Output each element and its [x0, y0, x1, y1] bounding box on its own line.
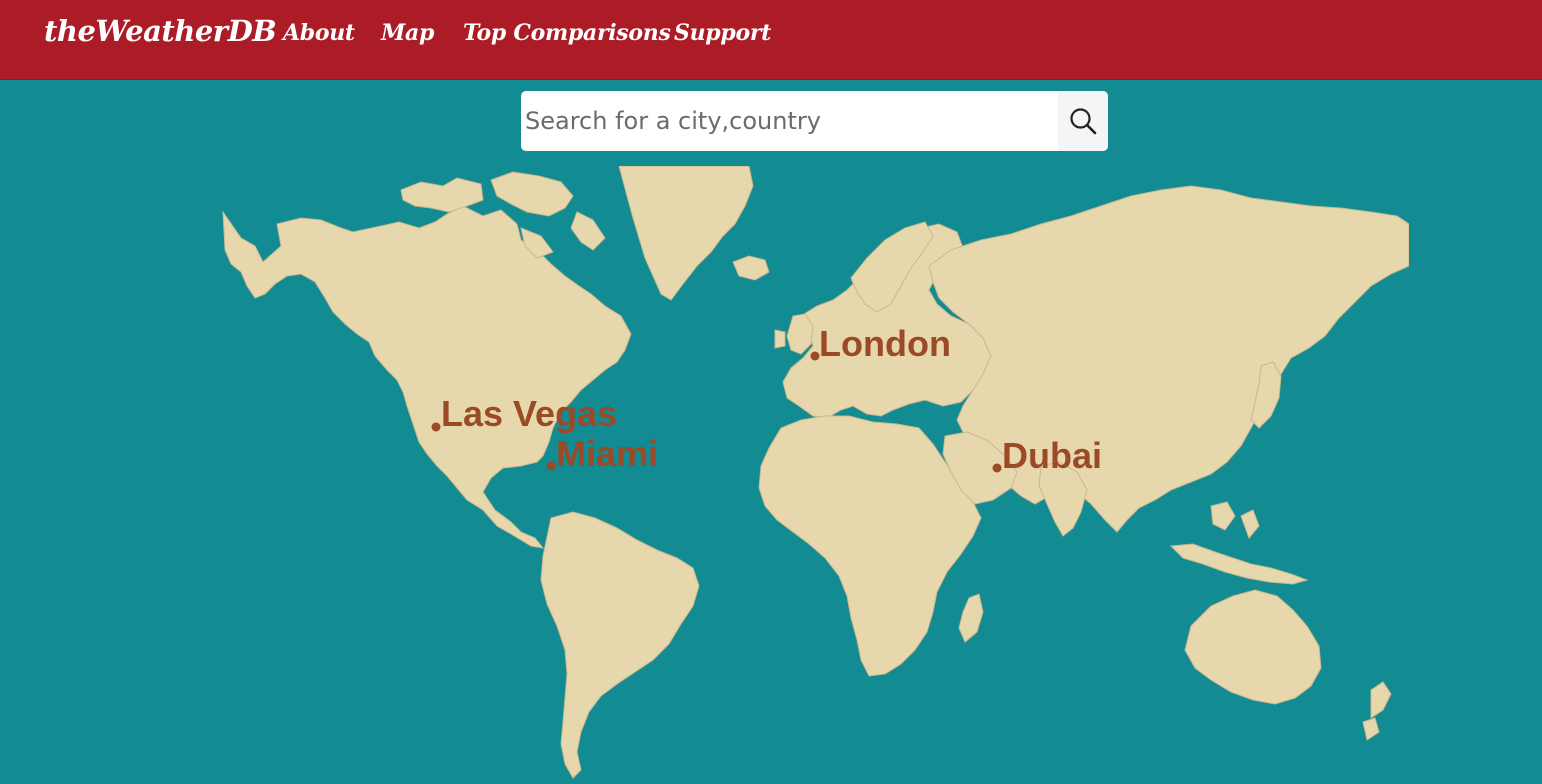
british-isles-land	[774, 313, 814, 355]
city-miami-label[interactable]: Miami	[556, 433, 658, 474]
city-dubai[interactable]: Dubai	[992, 435, 1103, 476]
search-input[interactable]	[521, 91, 1058, 151]
city-miami[interactable]: Miami	[546, 433, 659, 474]
nav-support[interactable]: Support	[674, 20, 771, 46]
brand-logo[interactable]: theWeatherDB	[44, 14, 277, 48]
city-las-vegas-dot	[431, 422, 441, 432]
nav-top-comparisons[interactable]: Top Comparisons	[463, 20, 671, 46]
australia-land	[1184, 589, 1322, 705]
world-map[interactable]: London Las Vegas Miami Dubai	[221, 166, 1409, 784]
city-las-vegas[interactable]: Las Vegas	[431, 393, 618, 434]
nav-map[interactable]: Map	[381, 20, 434, 46]
iceland-land	[732, 255, 770, 281]
madagascar-land	[958, 593, 984, 643]
city-las-vegas-label[interactable]: Las Vegas	[441, 393, 617, 434]
search-button[interactable]	[1058, 91, 1108, 151]
land-masses	[222, 166, 1409, 779]
city-london[interactable]: London	[810, 323, 951, 364]
north-america-land	[222, 205, 632, 549]
greenland-land	[618, 166, 754, 301]
new-zealand-land	[1362, 681, 1392, 741]
south-america-land	[540, 511, 700, 779]
city-london-label[interactable]: London	[819, 323, 951, 364]
search-bar	[521, 91, 1108, 151]
top-navbar: theWeatherDB About Map Top Comparisons S…	[0, 0, 1542, 80]
city-dubai-dot	[992, 463, 1002, 473]
nav-about[interactable]: About	[283, 20, 355, 46]
city-dubai-label[interactable]: Dubai	[1002, 435, 1102, 476]
city-miami-dot	[546, 461, 556, 471]
indonesia-land	[1169, 501, 1309, 585]
search-icon	[1070, 108, 1097, 135]
